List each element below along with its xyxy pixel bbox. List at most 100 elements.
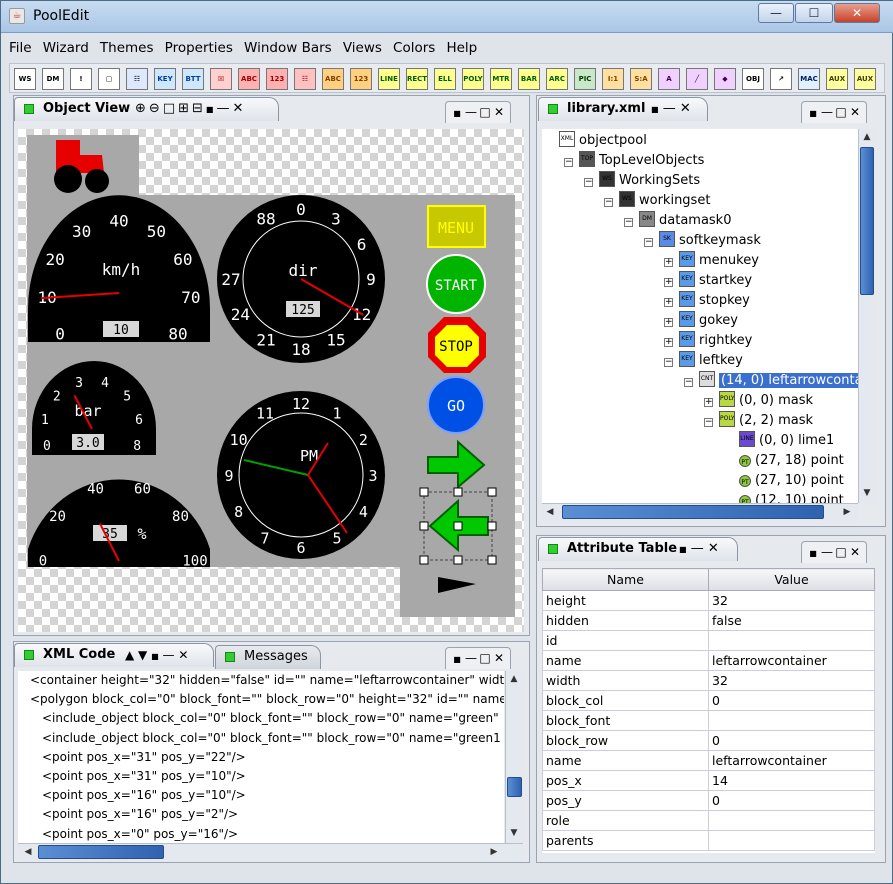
toolbar-object-button[interactable]: I:1 [602, 68, 624, 90]
column-header-value[interactable]: Value [708, 568, 875, 591]
table-row[interactable]: name leftarrowcontainer [542, 650, 875, 671]
table-row[interactable]: role [542, 810, 875, 831]
xml-horizontal-scrollbar[interactable]: ◀ ▶ [18, 843, 523, 861]
pin-icon[interactable]: ■ [679, 545, 687, 554]
menu-properties[interactable]: Properties [165, 40, 233, 56]
attribute-value-cell[interactable]: 0 [708, 690, 875, 711]
expand-icon[interactable]: + [664, 298, 673, 307]
resize-handle[interactable] [419, 487, 429, 497]
tab-messages[interactable]: Messages [215, 645, 321, 669]
close-icon[interactable]: ✕ [492, 648, 506, 668]
pin-icon[interactable]: ■ [206, 105, 217, 114]
scroll-left-icon[interactable]: ◀ [20, 844, 36, 860]
toolbar-object-button[interactable]: ! [70, 68, 92, 90]
close-icon[interactable]: ✕ [680, 101, 691, 116]
tree-node[interactable]: XML objectpool [559, 131, 647, 151]
pin-icon[interactable]: ■ [806, 544, 820, 564]
scroll-up-icon[interactable]: ▲ [506, 671, 522, 687]
minimize-icon[interactable]: — [820, 102, 834, 122]
resize-handle[interactable] [487, 521, 497, 531]
table-row[interactable]: block_col 0 [542, 690, 875, 711]
table-row[interactable]: width 32 [542, 670, 875, 691]
tree-node[interactable]: + KEY menukey [664, 251, 759, 271]
attribute-table[interactable]: Name Value height 32 hidden false id name left… [542, 568, 875, 853]
menu-file[interactable]: File [9, 40, 32, 56]
navigate-arrows-icon[interactable]: ▲ ▼ [125, 648, 147, 662]
fit-icon[interactable]: ⊟ [192, 101, 206, 116]
toolbar-object-button[interactable]: PIC [574, 68, 596, 90]
attribute-value-cell[interactable]: 32 [708, 590, 875, 611]
menu-themes[interactable]: Themes [100, 40, 154, 56]
tree-node[interactable]: + KEY stopkey [664, 291, 750, 311]
resize-handle[interactable] [453, 487, 463, 497]
attribute-value-cell[interactable]: leftarrowcontainer [708, 750, 875, 771]
tree-node[interactable]: − WS workingset [604, 191, 710, 211]
tree-node[interactable]: − TOP TopLevelObjects [564, 151, 704, 171]
toolbar-object-button[interactable]: BTT [182, 68, 204, 90]
toolbar-object-button[interactable]: MAC [798, 68, 820, 90]
table-row[interactable]: id [542, 630, 875, 651]
collapse-icon[interactable]: − [664, 358, 673, 367]
tree-horizontal-scrollbar[interactable]: ◀ ▶ [542, 503, 858, 521]
xml-code-line[interactable]: <point pos_x="16" pos_y="10"/> [18, 786, 504, 805]
attribute-value-cell[interactable]: 32 [708, 670, 875, 691]
attribute-value-cell[interactable] [708, 810, 875, 831]
scroll-right-icon[interactable]: ▶ [839, 504, 855, 520]
resize-handle[interactable] [453, 555, 463, 565]
scroll-down-icon[interactable]: ▼ [506, 825, 522, 841]
tree-node[interactable]: − POLY (2, 2) mask [704, 411, 813, 431]
toolbar-object-button[interactable]: POLY [462, 68, 484, 90]
toolbar-object-button[interactable]: RECT [406, 68, 428, 90]
menu-window-bars[interactable]: Window Bars [244, 40, 332, 56]
minimize-icon[interactable]: — [163, 648, 175, 662]
tab-xml-code[interactable]: XML Code ▲ ▼ ■ — ✕ [14, 643, 214, 667]
zoom-out-icon[interactable]: ⊖ [149, 101, 163, 116]
collapse-icon[interactable]: − [624, 218, 633, 227]
attribute-value-cell[interactable]: 14 [708, 770, 875, 791]
tree-node[interactable]: LINE (0, 0) lime1 [739, 431, 834, 451]
xml-code-line[interactable]: <include_object block_col="0" block_font… [18, 729, 504, 748]
pin-icon[interactable]: ■ [651, 105, 659, 114]
scroll-right-icon[interactable]: ▶ [486, 844, 502, 860]
toolbar-object-button[interactable]: ☒ [210, 68, 232, 90]
collapse-icon[interactable]: − [644, 238, 653, 247]
toolbar-object-button[interactable]: ↗ [770, 68, 792, 90]
tree-node[interactable]: − WS WorkingSets [584, 171, 700, 191]
table-row[interactable]: block_row 0 [542, 730, 875, 751]
attribute-value-cell[interactable]: leftarrowcontainer [708, 650, 875, 671]
resize-handle[interactable] [419, 521, 429, 531]
attribute-value-cell[interactable] [708, 630, 875, 651]
toolbar-object-button[interactable]: ◆ [714, 68, 736, 90]
pin-icon[interactable]: ■ [450, 104, 464, 124]
resize-handle[interactable] [419, 555, 429, 565]
table-row[interactable]: parents [542, 830, 875, 851]
attribute-value-cell[interactable]: false [708, 610, 875, 631]
toolbar-object-button[interactable]: ▢ [98, 68, 120, 90]
scroll-up-icon[interactable]: ▲ [859, 129, 875, 145]
xml-code-line[interactable]: <point pos_x="31" pos_y="10"/> [18, 767, 504, 786]
minimize-icon[interactable]: — [691, 541, 704, 556]
tree-node[interactable]: + KEY rightkey [664, 331, 752, 351]
expand-icon[interactable]: + [664, 258, 673, 267]
toolbar-object-button[interactable]: MTR [490, 68, 512, 90]
zoom-reset-icon[interactable]: □ [163, 101, 178, 116]
expand-icon[interactable]: + [664, 318, 673, 327]
expand-icon[interactable]: + [704, 398, 713, 407]
toolbar-object-button[interactable]: ARC [546, 68, 568, 90]
maximize-icon[interactable]: □ [478, 102, 492, 122]
xml-code-line[interactable]: <point pos_x="31" pos_y="22"/> [18, 748, 504, 767]
close-icon[interactable]: ✕ [232, 101, 246, 116]
xml-vertical-scrollbar[interactable]: ▲ ▼ [505, 671, 523, 843]
toolbar-object-button[interactable]: 123 [350, 68, 372, 90]
table-row[interactable]: pos_x 14 [542, 770, 875, 791]
tree-node[interactable]: + KEY gokey [664, 311, 738, 331]
toolbar-object-button[interactable]: OBJ [742, 68, 764, 90]
scroll-left-icon[interactable]: ◀ [542, 504, 558, 520]
xml-code-line[interactable]: <point pos_x="16" pos_y="2"/> [18, 805, 504, 824]
table-row[interactable]: block_font [542, 710, 875, 731]
close-icon[interactable]: ✕ [848, 102, 862, 122]
toolbar-object-button[interactable]: WS [14, 68, 36, 90]
toolbar-object-button[interactable]: KEY [154, 68, 176, 90]
attribute-value-cell[interactable] [708, 710, 875, 731]
maximize-button[interactable]: ☐ [795, 3, 833, 23]
